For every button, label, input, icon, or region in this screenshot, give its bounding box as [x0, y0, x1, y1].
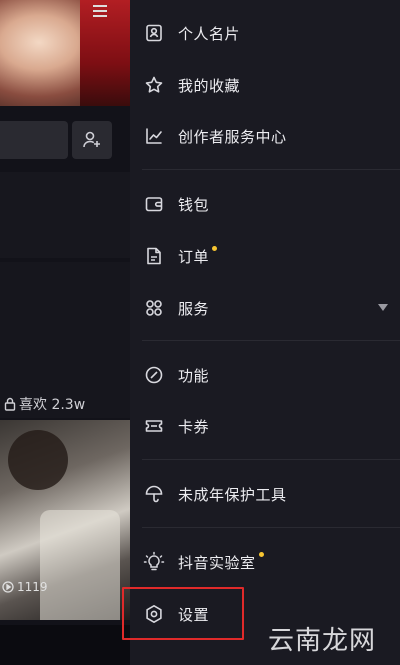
menu-item-label: 订单 — [178, 245, 218, 267]
notification-dot — [258, 551, 264, 557]
divider — [142, 459, 400, 460]
hamburger-menu-icon[interactable] — [93, 5, 107, 17]
menu-item-label: 功能 — [178, 366, 210, 385]
menu-item-label: 服务 — [178, 299, 210, 318]
menu-item-label: 抖音实验室 — [178, 551, 264, 573]
menu-item-minor-protection[interactable]: 未成年保护工具 — [142, 474, 400, 514]
chevron-down-icon[interactable] — [378, 304, 388, 311]
id-card-icon — [142, 21, 166, 45]
play-count: 1119 — [2, 580, 48, 594]
add-friend-button[interactable] — [72, 121, 112, 159]
menu-item-orders[interactable]: 订单 — [142, 236, 400, 276]
watermark-text: 云南龙网 — [268, 626, 377, 656]
bottom-bar — [0, 625, 130, 665]
menu-item-label: 我的收藏 — [178, 76, 241, 95]
orders-text: 订单 — [178, 247, 210, 266]
star-icon — [142, 73, 166, 97]
menu-item-favorites[interactable]: 我的收藏 — [142, 65, 400, 105]
umbrella-icon — [142, 482, 166, 506]
menu-item-creator-center[interactable]: 创作者服务中心 — [142, 116, 400, 156]
side-drawer-menu: 个人名片 我的收藏 创作者服务中心 钱包 订单 服务 功能 卡券 未成年保护工具… — [130, 0, 400, 665]
menu-item-features[interactable]: 功能 — [142, 355, 400, 395]
notification-dot — [212, 245, 218, 251]
document-icon — [142, 244, 166, 268]
menu-item-label: 卡券 — [178, 417, 210, 436]
menu-item-wallet[interactable]: 钱包 — [142, 184, 400, 224]
play-icon — [2, 581, 14, 593]
menu-item-label: 钱包 — [178, 195, 210, 214]
divider — [142, 169, 400, 170]
lock-icon — [4, 397, 16, 411]
menu-item-services[interactable]: 服务 — [142, 288, 400, 328]
line-chart-icon — [142, 124, 166, 148]
menu-item-coupons[interactable]: 卡券 — [142, 406, 400, 446]
ticket-icon — [142, 414, 166, 438]
profile-cover-photo — [0, 0, 130, 106]
settings-highlight-box — [122, 587, 244, 640]
menu-item-label: 个人名片 — [178, 24, 241, 43]
wallet-icon — [142, 192, 166, 216]
likes-text: 喜欢 2.3w — [19, 397, 86, 413]
content-grid-tile[interactable] — [0, 172, 130, 258]
menu-item-label: 创作者服务中心 — [178, 127, 287, 146]
add-user-icon — [83, 131, 100, 148]
play-count-text: 1119 — [17, 580, 48, 594]
likes-count: 喜欢 2.3w — [4, 394, 85, 414]
divider — [142, 340, 400, 341]
lab-text: 抖音实验室 — [178, 553, 256, 572]
divider — [142, 527, 400, 528]
background-profile-page: 喜欢 2.3w 1119 — [0, 0, 130, 665]
grid-icon — [142, 296, 166, 320]
capsule-icon — [142, 363, 166, 387]
menu-item-label: 未成年保护工具 — [178, 485, 287, 504]
lightbulb-icon — [142, 550, 166, 574]
edit-profile-button[interactable] — [0, 121, 68, 159]
menu-item-lab[interactable]: 抖音实验室 — [142, 542, 400, 582]
menu-item-profile-card[interactable]: 个人名片 — [142, 13, 400, 53]
